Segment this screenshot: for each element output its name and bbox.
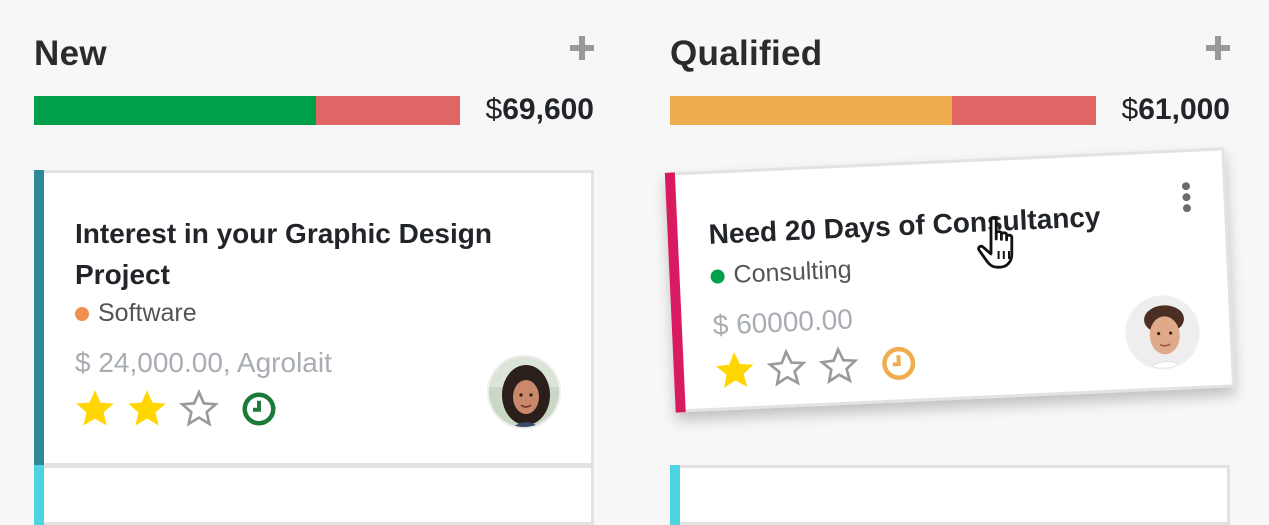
column-progress-bar[interactable]: [670, 96, 1096, 125]
star-icon[interactable]: [818, 345, 860, 387]
progress-segment-overdue[interactable]: [952, 96, 1096, 125]
card-amount: $ 24,000.00, Agrolait: [75, 347, 332, 378]
star-icon[interactable]: [179, 389, 219, 429]
clock-icon[interactable]: [241, 391, 277, 427]
card-tag: Consulting: [710, 255, 852, 290]
star-icon[interactable]: [75, 389, 115, 429]
kanban-column-qualified: Qualified $61,000 Need 20 Days of Consul…: [664, 0, 1236, 525]
tag-label: Consulting: [732, 255, 853, 289]
kanban-card-dragging[interactable]: Need 20 Days of Consultancy Consulting $…: [664, 147, 1236, 413]
currency-symbol: $: [485, 93, 503, 126]
card-color-bar: [34, 465, 44, 525]
woman-avatar-icon: [489, 357, 559, 427]
currency-symbol: $: [1121, 93, 1139, 126]
progress-segment-planned[interactable]: [670, 96, 952, 125]
tag-color-dot: [710, 268, 725, 284]
star-icon[interactable]: [127, 389, 167, 429]
card-title[interactable]: Need 20 Days of Consultancy: [708, 193, 1179, 255]
tag-label: Software: [98, 299, 197, 327]
man-avatar-icon: [1126, 295, 1202, 372]
card-color-bar: [34, 170, 44, 466]
plus-icon[interactable]: [1206, 36, 1230, 60]
column-total: $61,000: [1122, 93, 1230, 127]
card-tag: Software: [75, 299, 197, 328]
clock-icon[interactable]: [880, 345, 918, 383]
kanban-card[interactable]: Interest in your Graphic Design Project …: [34, 170, 594, 466]
plus-icon[interactable]: [570, 36, 594, 60]
tag-color-dot: [75, 306, 89, 321]
column-progress-bar[interactable]: [34, 96, 460, 125]
kanban-card[interactable]: [670, 465, 1230, 525]
card-color-bar: [670, 465, 680, 525]
priority-stars[interactable]: [75, 389, 277, 429]
column-title[interactable]: New: [34, 34, 107, 74]
avatar[interactable]: [487, 355, 561, 429]
kanban-card[interactable]: [34, 465, 594, 525]
total-amount: 69,600: [502, 93, 594, 126]
total-amount: 61,000: [1138, 93, 1230, 126]
star-icon[interactable]: [714, 350, 756, 392]
kanban-column-new: New $69,600 Interest in your Graphic Des…: [34, 0, 594, 525]
card-amount: $ 60000.00: [712, 303, 854, 341]
column-total: $69,600: [486, 93, 594, 127]
card-title[interactable]: Interest in your Graphic Design Project: [75, 213, 545, 295]
column-title[interactable]: Qualified: [670, 34, 822, 74]
star-icon[interactable]: [766, 348, 808, 390]
avatar[interactable]: [1123, 293, 1202, 372]
kebab-menu-icon[interactable]: [1179, 182, 1194, 213]
card-color-bar: [664, 172, 686, 413]
priority-stars[interactable]: [714, 343, 918, 392]
progress-segment-lost[interactable]: [316, 96, 460, 125]
progress-segment-won[interactable]: [34, 96, 316, 125]
